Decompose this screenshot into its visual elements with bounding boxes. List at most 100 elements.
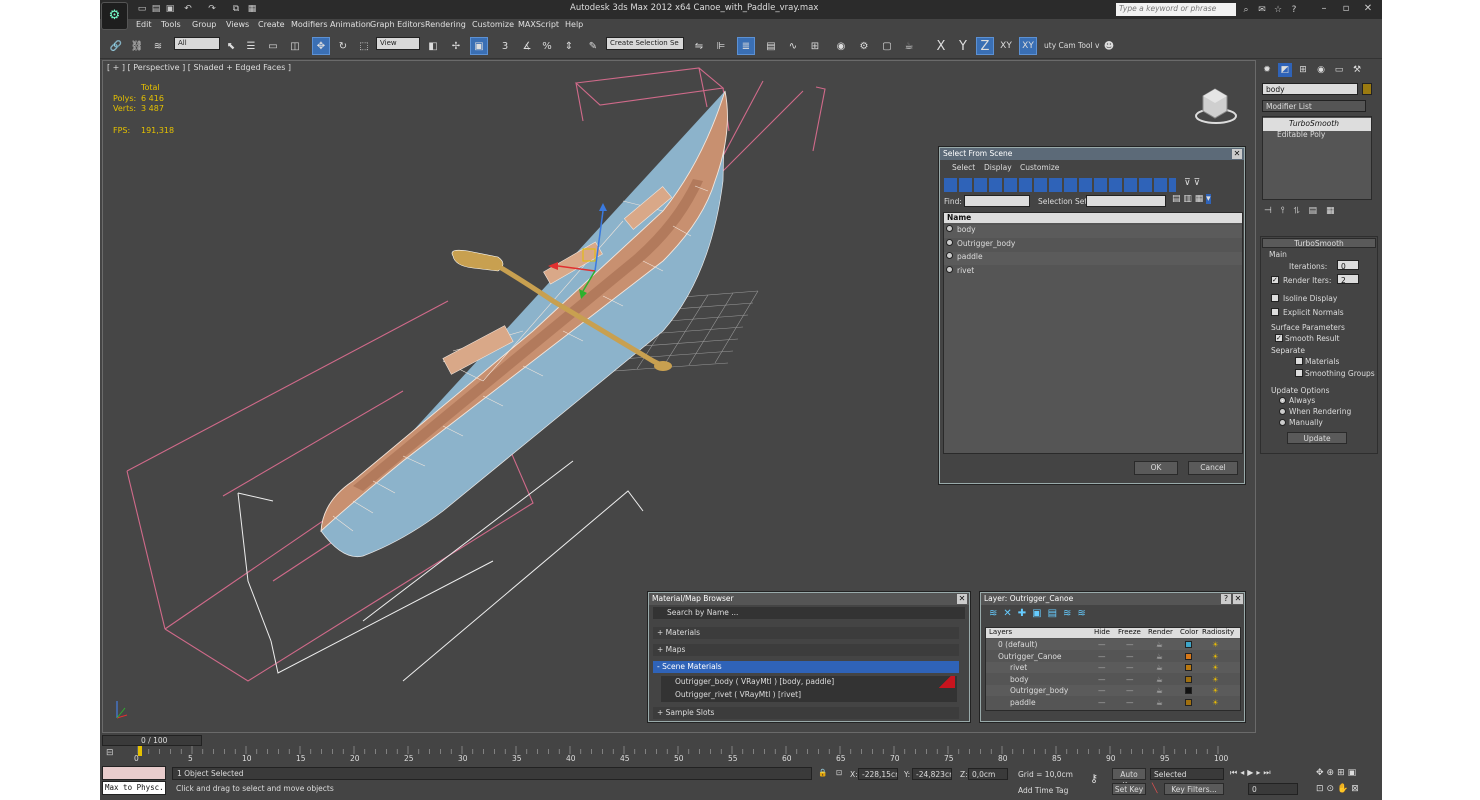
- mirror-icon[interactable]: ⇋: [690, 37, 708, 55]
- time-slider[interactable]: 0 / 100: [102, 735, 202, 746]
- app-logo-icon[interactable]: ⚙: [101, 2, 128, 30]
- axis-xy-button[interactable]: XY: [997, 37, 1015, 55]
- help-icon[interactable]: ?: [1288, 4, 1300, 16]
- project-folder-icon[interactable]: ▦: [246, 3, 258, 15]
- freeze-icon[interactable]: —: [1126, 697, 1134, 708]
- modifier-list-dropdown[interactable]: Modifier List: [1262, 100, 1366, 112]
- reference-coord-dropdown[interactable]: View: [376, 37, 420, 50]
- layer-color-swatch[interactable]: [1185, 687, 1192, 694]
- menu-modifiers[interactable]: Modifiers: [291, 20, 328, 29]
- render-iters-spinner[interactable]: 2: [1337, 274, 1359, 284]
- section-maps[interactable]: + Maps: [653, 644, 959, 656]
- viewport-nav-icons[interactable]: ✥⊕⊞▣: [1316, 768, 1359, 778]
- hide-icon[interactable]: —: [1098, 674, 1106, 685]
- list-item[interactable]: paddle: [944, 252, 1242, 265]
- key-mode-dropdown[interactable]: Selected: [1150, 768, 1224, 780]
- open-file-icon[interactable]: ▤: [150, 3, 162, 15]
- align-icon[interactable]: ⊫: [712, 37, 730, 55]
- list-item[interactable]: Outrigger_body: [944, 239, 1242, 252]
- add-time-tag[interactable]: Add Time Tag: [1018, 786, 1068, 795]
- spinner-snap-icon[interactable]: ⇕: [560, 37, 578, 55]
- radiosity-icon[interactable]: ☀: [1212, 685, 1219, 696]
- column-radiosity[interactable]: Radiosity: [1202, 628, 1234, 636]
- menu-customize[interactable]: Customize: [472, 20, 514, 29]
- layer-color-swatch[interactable]: [1185, 664, 1192, 671]
- key-filters-button[interactable]: Key Filters...: [1164, 783, 1224, 795]
- layer-color-swatch[interactable]: [1185, 698, 1192, 706]
- hide-icon[interactable]: —: [1098, 651, 1106, 662]
- motion-tab-icon[interactable]: ◉: [1314, 63, 1328, 77]
- axis-x-button[interactable]: X: [932, 37, 950, 55]
- utilities-tab-icon[interactable]: ⚒: [1350, 63, 1364, 77]
- update-button[interactable]: Update: [1287, 432, 1347, 444]
- axis-xy-cycle-button[interactable]: XY: [1019, 37, 1037, 55]
- radiosity-icon[interactable]: ☀: [1212, 662, 1219, 673]
- render-teapot-icon[interactable]: ☕: [1156, 697, 1163, 708]
- layer-row[interactable]: 0 (default) — — ☕ ☀: [986, 639, 1240, 650]
- modify-tab-icon[interactable]: ◩: [1278, 63, 1292, 77]
- material-item[interactable]: Outrigger_rivet ( VRayMtl ) [rivet]: [661, 689, 957, 702]
- scene-object-list[interactable]: Name body Outrigger_body paddle rivet: [943, 212, 1243, 454]
- select-dialog-menu-customize[interactable]: Customize: [1020, 163, 1059, 172]
- x-coordinate-field[interactable]: -228,15cm: [858, 768, 898, 780]
- material-item[interactable]: Outrigger_body ( VRayMtl ) [body, paddle…: [661, 676, 957, 689]
- freeze-icon[interactable]: —: [1126, 639, 1134, 650]
- curve-editor-icon[interactable]: ∿: [784, 37, 802, 55]
- render-setup-icon[interactable]: ⚙: [855, 37, 873, 55]
- isoline-checkbox[interactable]: [1271, 294, 1279, 304]
- menu-graph-editors[interactable]: Graph Editors: [370, 20, 425, 29]
- viewport-label[interactable]: [ + ] [ Perspective ] [ Shaded + Edged F…: [107, 63, 291, 72]
- layer-dialog-help-button[interactable]: ?: [1221, 594, 1231, 604]
- render-iters-checkbox[interactable]: [1271, 276, 1279, 286]
- hide-icon[interactable]: —: [1098, 685, 1106, 696]
- perspective-viewport[interactable]: [ + ] [ Perspective ] [ Shaded + Edged F…: [102, 60, 1256, 733]
- material-editor-icon[interactable]: ◉: [832, 37, 850, 55]
- save-file-icon[interactable]: ▣: [164, 3, 176, 15]
- list-item[interactable]: body: [944, 225, 1242, 238]
- radiosity-icon[interactable]: ☀: [1212, 639, 1219, 650]
- layer-row[interactable]: rivet — — ☕ ☀: [986, 662, 1240, 673]
- menu-group[interactable]: Group: [192, 20, 216, 29]
- render-teapot-icon[interactable]: ☕: [1156, 662, 1163, 673]
- filter-funnel-icon[interactable]: ⊽ ⊽: [1184, 178, 1224, 192]
- rendered-frame-icon[interactable]: ▢: [878, 37, 896, 55]
- smoothing-groups-checkbox[interactable]: [1295, 369, 1303, 379]
- cam-tool-label[interactable]: uty Cam Tool v: [1044, 41, 1099, 50]
- select-and-rotate-icon[interactable]: ↻: [334, 37, 352, 55]
- rollout-header-turbosmooth[interactable]: TurboSmooth: [1262, 238, 1376, 248]
- select-dialog-menu-select[interactable]: Select: [952, 163, 975, 172]
- redo-icon[interactable]: ↷: [206, 3, 218, 15]
- layer-color-swatch[interactable]: [1185, 641, 1192, 648]
- menu-edit[interactable]: Edit: [136, 20, 152, 29]
- layer-color-swatch[interactable]: [1185, 675, 1192, 683]
- mini-curve-editor-icon[interactable]: ⊟: [106, 748, 116, 760]
- smooth-result-checkbox[interactable]: [1275, 334, 1283, 344]
- freeze-icon[interactable]: —: [1126, 685, 1134, 696]
- render-teapot-icon[interactable]: ☕: [1156, 685, 1163, 696]
- cancel-button[interactable]: Cancel: [1188, 461, 1238, 475]
- key-filters-icon[interactable]: ╲: [1152, 784, 1157, 794]
- menu-tools[interactable]: Tools: [161, 20, 181, 29]
- keyboard-shortcut-icon[interactable]: ▣: [470, 37, 488, 55]
- bind-space-warp-icon[interactable]: ≋: [149, 37, 167, 55]
- render-production-icon[interactable]: ☕: [900, 37, 918, 55]
- selection-set-tools-icon[interactable]: ▤ ▥ ▦ ▾: [1172, 194, 1234, 208]
- ok-button[interactable]: OK: [1134, 461, 1178, 475]
- radiosity-icon[interactable]: ☀: [1212, 697, 1219, 708]
- hierarchy-tab-icon[interactable]: ⊞: [1296, 63, 1310, 77]
- menu-views[interactable]: Views: [226, 20, 249, 29]
- axis-z-button[interactable]: Z: [976, 37, 994, 55]
- key-icon[interactable]: ⚷: [1090, 772, 1098, 785]
- stack-item-editable-poly[interactable]: Editable Poly: [1263, 129, 1371, 142]
- menu-rendering[interactable]: Rendering: [425, 20, 466, 29]
- maxscript-output[interactable]: Max to Physc.: [102, 781, 166, 795]
- unlink-icon[interactable]: ⛓: [128, 37, 146, 55]
- layer-dialog-close-button[interactable]: ✕: [1233, 594, 1243, 604]
- snaps-toggle-icon[interactable]: 3: [496, 37, 514, 55]
- named-selection-dropdown[interactable]: Create Selection Se: [606, 37, 684, 50]
- menu-animation[interactable]: Animation: [330, 20, 371, 29]
- object-name-field[interactable]: body: [1262, 83, 1358, 95]
- filter-buttons-row[interactable]: [944, 178, 1176, 192]
- menu-maxscript[interactable]: MAXScript: [518, 20, 559, 29]
- object-color-swatch[interactable]: [1362, 83, 1372, 95]
